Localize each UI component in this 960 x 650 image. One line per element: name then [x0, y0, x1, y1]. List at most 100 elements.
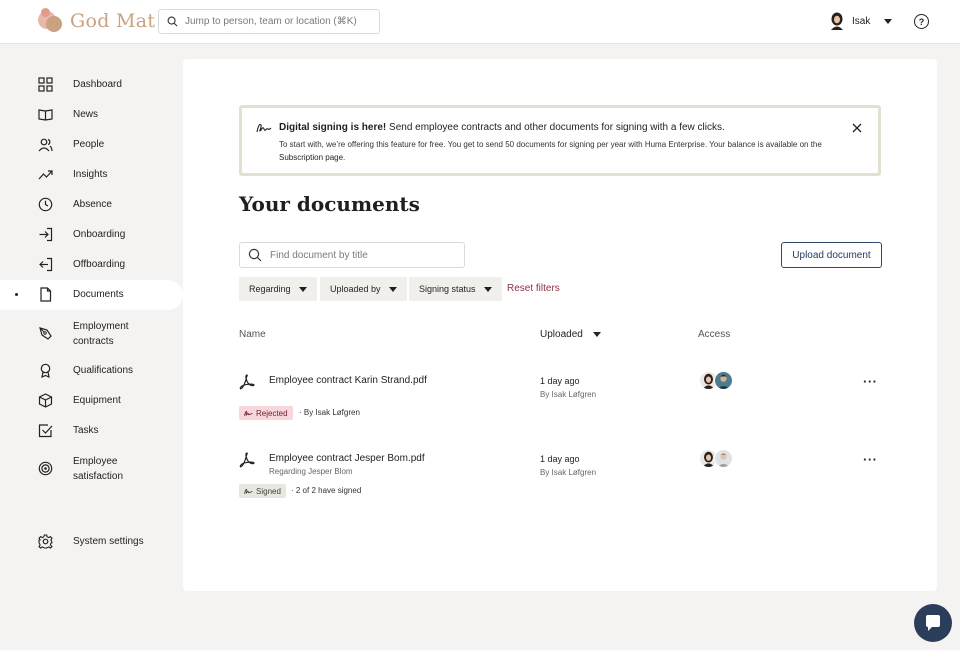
sidebar-item-label: People [73, 139, 105, 150]
banner-description: To start with, we’re offering this featu… [279, 140, 822, 162]
sidebar-item-label: Tasks [73, 425, 99, 436]
filter-label: Uploaded by [330, 284, 381, 294]
signature-icon [244, 410, 253, 416]
sidebar-item-label: Dashboard [73, 79, 122, 90]
subscription-page-link[interactable]: Subscription page [279, 153, 343, 162]
user-name: Isak [852, 15, 871, 27]
sidebar-item-documents[interactable]: Documents [0, 280, 183, 310]
column-header-uploaded[interactable]: Uploaded [540, 329, 601, 340]
sort-down-icon [592, 332, 601, 337]
sidebar-item-label: Equipment [73, 395, 121, 406]
sidebar-item-label: Offboarding [73, 259, 126, 270]
filter-regarding[interactable]: Regarding [239, 277, 317, 301]
upload-date: 1 day ago [540, 454, 580, 464]
avatar [714, 371, 733, 390]
sidebar-item-label: Qualifications [73, 365, 134, 376]
active-indicator [15, 293, 18, 296]
people-icon [38, 138, 53, 152]
sidebar-item-qualifications[interactable]: Qualifications [0, 363, 183, 378]
chat-button[interactable] [914, 604, 952, 642]
sidebar-item-onboarding[interactable]: Onboarding [0, 227, 183, 242]
document-search-input[interactable] [270, 249, 455, 261]
status-badge: Signed [239, 484, 286, 498]
gear-icon [38, 534, 53, 549]
trend-icon [38, 170, 53, 180]
filter-uploaded-by[interactable]: Uploaded by [320, 277, 407, 301]
column-header-name[interactable]: Name [239, 329, 266, 340]
close-icon[interactable] [851, 122, 863, 134]
pdf-icon [239, 452, 255, 468]
clock-icon [38, 197, 53, 212]
document-regarding: Regarding Jesper Blom [269, 467, 353, 476]
filter-signing-status[interactable]: Signing status [409, 277, 502, 301]
digital-signing-banner: Digital signing is here! Send employee c… [239, 105, 881, 176]
brand-name: God Mat [70, 10, 156, 32]
table-row[interactable]: Employee contract Karin Strand.pdf 1 day… [239, 371, 881, 444]
logo-mark-icon [38, 8, 64, 34]
reset-filters-link[interactable]: Reset filters [507, 283, 560, 294]
filter-label: Signing status [419, 284, 476, 294]
chevron-down-icon [483, 286, 492, 292]
filter-label: Regarding [249, 284, 291, 294]
chevron-down-icon [884, 18, 893, 24]
global-search-input[interactable] [185, 16, 370, 27]
search-icon [167, 16, 178, 27]
signature-icon [244, 488, 253, 494]
upload-document-button[interactable]: Upload document [781, 242, 882, 268]
main-content: Digital signing is here! Send employee c… [183, 59, 937, 591]
status-badge: Rejected [239, 406, 293, 420]
sidebar-item-news[interactable]: News [0, 107, 183, 122]
sidebar-item-dashboard[interactable]: Dashboard [0, 77, 183, 92]
banner-title: Digital signing is here! Send employee c… [279, 122, 725, 133]
sidebar-item-label: Employment contracts [73, 321, 129, 347]
grid-icon [38, 77, 53, 92]
sidebar-item-people[interactable]: People [0, 137, 183, 152]
status-note: · 2 of 2 have signed [291, 486, 362, 495]
avatar [714, 449, 733, 468]
uploaded-by: By Isak Løfgren [540, 468, 597, 477]
pen-icon [39, 327, 52, 340]
sidebar-item-label: News [73, 109, 99, 120]
signature-icon [256, 123, 272, 133]
target-icon [38, 461, 53, 476]
box-icon [38, 393, 53, 408]
sidebar-item-absence[interactable]: Absence [0, 197, 183, 212]
access-avatars [699, 449, 733, 468]
sidebar-item-label: Onboarding [73, 229, 126, 240]
sidebar-item-employee-satisfaction[interactable]: Employee satisfaction [0, 453, 183, 485]
checkbox-icon [38, 424, 53, 438]
user-menu[interactable]: Isak [830, 12, 893, 30]
sidebar-item-equipment[interactable]: Equipment [0, 393, 183, 408]
access-avatars [699, 371, 733, 390]
sidebar: Dashboard News People Insights Absence O… [0, 44, 183, 650]
sidebar-item-offboarding[interactable]: Offboarding [0, 257, 183, 272]
book-icon [38, 109, 53, 121]
column-header-access: Access [698, 329, 731, 340]
help-icon[interactable]: ? [914, 14, 929, 29]
upload-date: 1 day ago [540, 376, 580, 386]
page-title: Your documents [239, 192, 420, 216]
user-avatar [831, 12, 843, 30]
document-search[interactable] [239, 242, 465, 268]
more-options-icon[interactable]: ··· [863, 452, 878, 467]
global-search[interactable] [158, 9, 380, 34]
document-name[interactable]: Employee contract Jesper Bom.pdf [269, 453, 425, 464]
top-bar: God Mat Isak ? [0, 0, 960, 44]
search-icon [248, 248, 262, 262]
sidebar-item-tasks[interactable]: Tasks [0, 423, 183, 438]
document-name[interactable]: Employee contract Karin Strand.pdf [269, 375, 427, 386]
table-row[interactable]: Employee contract Jesper Bom.pdf Regardi… [239, 449, 881, 522]
sidebar-item-insights[interactable]: Insights [0, 167, 183, 182]
sidebar-item-employment-contracts[interactable]: Employment contracts [0, 318, 183, 350]
more-options-icon[interactable]: ··· [863, 374, 878, 389]
chevron-down-icon [298, 286, 307, 292]
login-icon [39, 227, 53, 242]
chat-icon [926, 615, 940, 631]
status-note: · By Isak Løfgren [299, 408, 360, 417]
sidebar-item-label: Employee satisfaction [73, 456, 124, 482]
logo[interactable]: God Mat [38, 8, 155, 34]
sidebar-item-label: Insights [73, 169, 108, 180]
sidebar-item-system-settings[interactable]: System settings [0, 534, 183, 549]
logout-icon [39, 257, 53, 272]
sidebar-item-label: System settings [73, 536, 144, 547]
